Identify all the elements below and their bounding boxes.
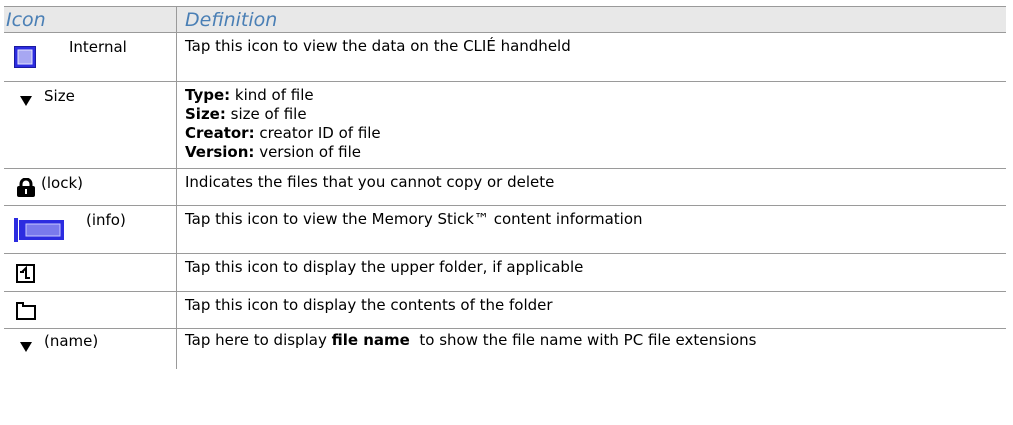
table-row: Tap this icon to display the contents of… [4, 292, 1006, 329]
icon-label: (name) [44, 332, 99, 350]
upper-folder-icon [16, 264, 35, 287]
icon-label: (lock) [41, 174, 83, 192]
table-row: (info) Tap this icon to view the Memory … [4, 206, 1006, 254]
definition-line: Size: size of file [185, 105, 307, 123]
icon-label: (info) [86, 211, 126, 229]
definition-text: Tap here to display file name to show th… [185, 331, 757, 349]
lock-icon [16, 177, 36, 202]
definition-text: Tap this icon to view the Memory Stick™ … [185, 210, 643, 228]
definition-text: Tap this icon to display the contents of… [185, 296, 553, 314]
header-icon: Icon [4, 7, 177, 32]
table-header-row: Icon Definition [4, 6, 1006, 33]
table-row: Size Type: kind of file Size: size of fi… [4, 82, 1006, 169]
table-row: Tap this icon to display the upper folde… [4, 254, 1006, 292]
icon-label: Size [44, 87, 75, 105]
icon-definition-table: Icon Definition Internal Tap this icon t… [4, 6, 1006, 369]
definition-line: Type: kind of file [185, 86, 314, 104]
definition-line: Creator: creator ID of file [185, 124, 381, 142]
sort-triangle-icon [20, 91, 32, 110]
header-definition: Definition [185, 9, 278, 31]
table-row: (name) Tap here to display file name to … [4, 329, 1006, 369]
icon-label: Internal [69, 38, 127, 56]
sort-triangle-icon [20, 337, 32, 356]
definition-text: Tap this icon to display the upper folde… [185, 258, 584, 276]
internal-memory-icon [14, 46, 36, 72]
definition-line: Version: version of file [185, 143, 361, 161]
definition-text: Tap this icon to view the data on the CL… [185, 37, 571, 55]
table-row: Internal Tap this icon to view the data … [4, 33, 1006, 82]
memory-stick-info-icon [14, 218, 66, 246]
table-row: (lock) Indicates the files that you cann… [4, 169, 1006, 206]
definition-text: Indicates the files that you cannot copy… [185, 173, 555, 191]
folder-icon [16, 302, 36, 324]
definition-list: Type: kind of file Size: size of file Cr… [177, 82, 1006, 168]
